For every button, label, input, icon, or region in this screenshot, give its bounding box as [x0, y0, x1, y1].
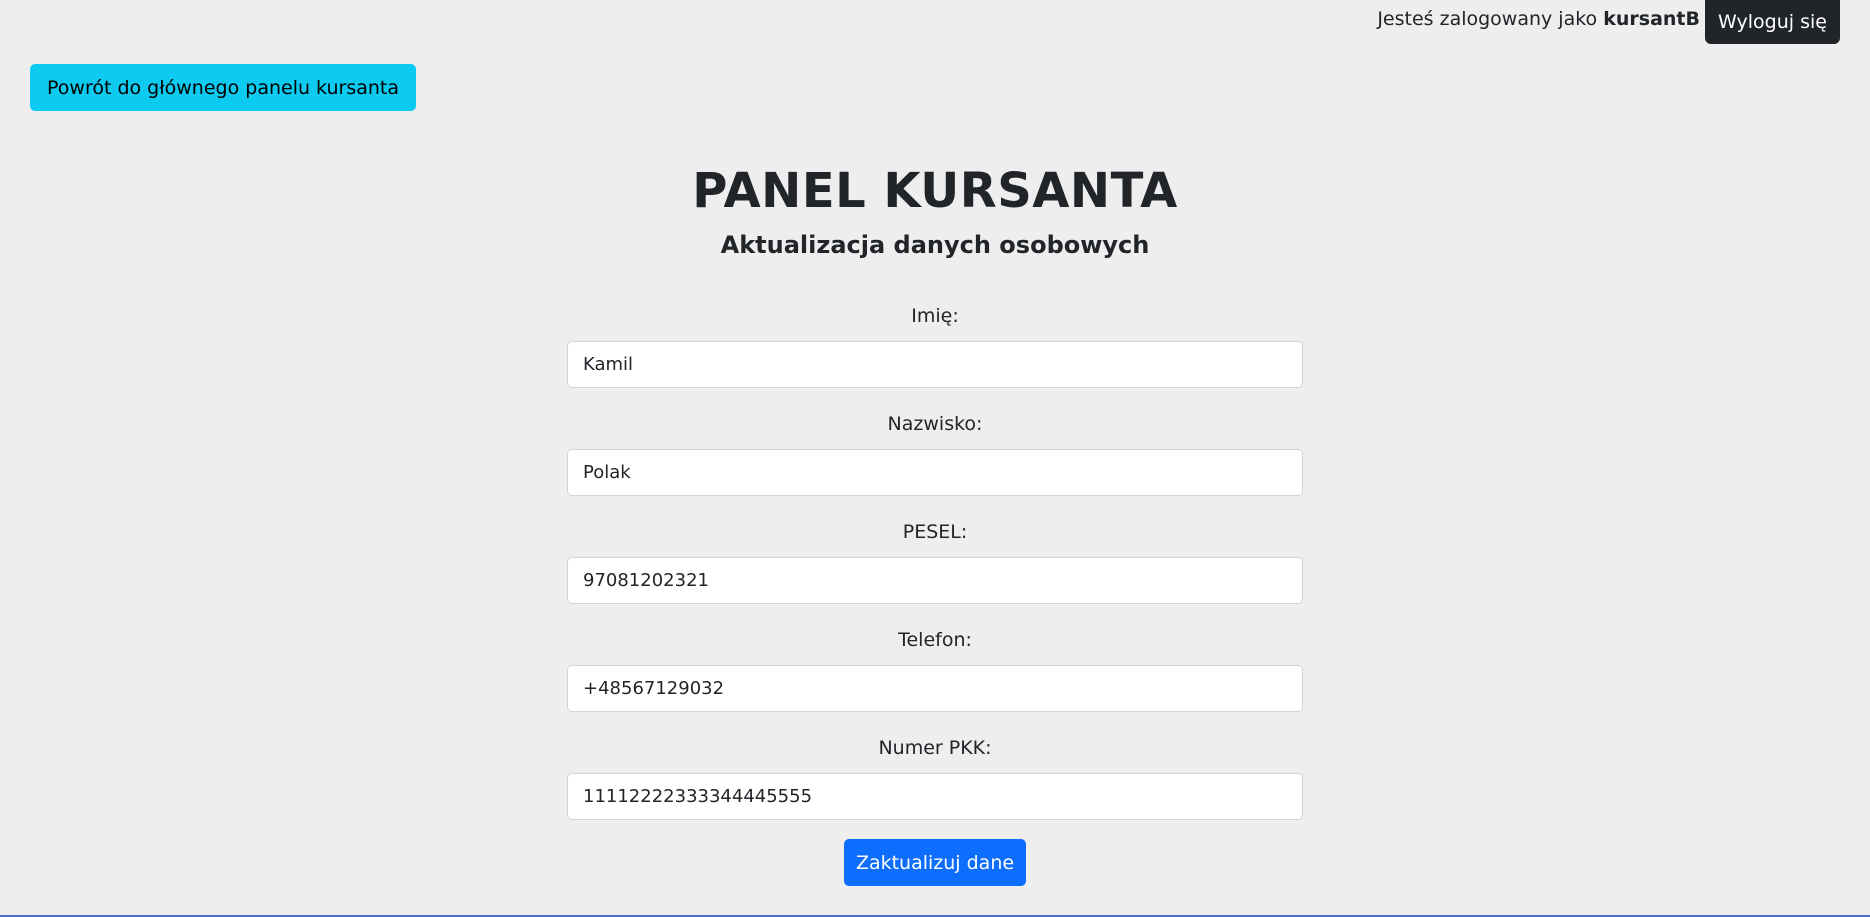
- first-name-input[interactable]: [567, 341, 1303, 388]
- update-data-button[interactable]: Zaktualizuj dane: [844, 839, 1026, 886]
- personal-data-form: Imię: Nazwisko: PESEL: Telefon: Numer PK…: [567, 300, 1303, 840]
- last-name-field: Nazwisko:: [567, 408, 1303, 516]
- last-name-input[interactable]: [567, 449, 1303, 496]
- pesel-label: PESEL:: [902, 521, 968, 543]
- phone-field: Telefon:: [567, 624, 1303, 732]
- first-name-label: Imię:: [911, 305, 959, 327]
- login-status: Jesteś zalogowany jako kursantB: [1377, 8, 1700, 30]
- login-status-prefix: Jesteś zalogowany jako: [1377, 8, 1598, 30]
- pkk-number-label: Numer PKK:: [878, 737, 992, 759]
- pesel-input[interactable]: [567, 557, 1303, 604]
- logout-button[interactable]: Wyloguj się: [1705, 0, 1840, 44]
- logged-in-username: kursantB: [1603, 8, 1700, 30]
- page-title: PANEL KURSANTA: [692, 163, 1178, 219]
- phone-input[interactable]: [567, 665, 1303, 712]
- last-name-label: Nazwisko:: [887, 413, 983, 435]
- page: Jesteś zalogowany jako kursantB Wyloguj …: [0, 0, 1870, 917]
- page-subtitle: Aktualizacja danych osobowych: [720, 231, 1150, 259]
- pkk-number-field: Numer PKK:: [567, 732, 1303, 840]
- back-to-panel-button[interactable]: Powrót do głównego panelu kursanta: [30, 64, 417, 111]
- phone-label: Telefon:: [898, 629, 972, 651]
- first-name-field: Imię:: [567, 300, 1303, 408]
- pkk-number-input[interactable]: [567, 773, 1303, 820]
- pesel-field: PESEL:: [567, 516, 1303, 624]
